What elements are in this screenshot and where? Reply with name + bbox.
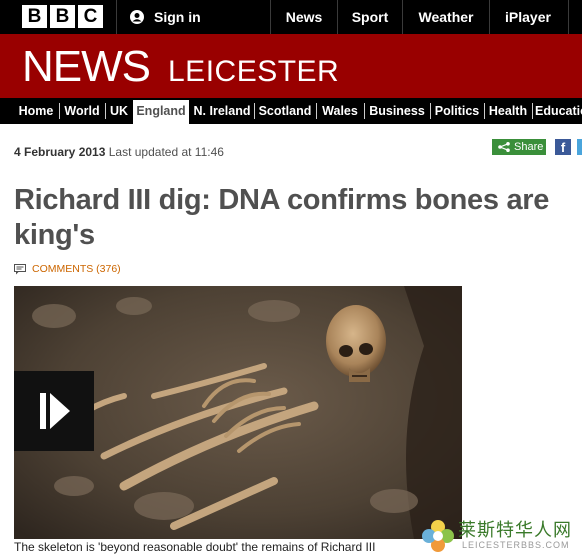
divider [532, 103, 533, 119]
section-item-health[interactable]: Health [485, 98, 531, 124]
watermark-text: 莱斯特华人网 [458, 520, 572, 540]
section-item-n-ireland[interactable]: N. Ireland [191, 98, 253, 124]
section-item-home[interactable]: Home [14, 98, 58, 124]
share-label: Share [514, 141, 544, 153]
section-item-education[interactable]: Educatio [535, 98, 582, 124]
section-item-politics[interactable]: Politics [431, 98, 483, 124]
news-banner: NEWS LEICESTER [0, 34, 582, 98]
user-icon [130, 10, 144, 24]
logo-letter: B [22, 5, 47, 28]
share-icon [498, 142, 510, 152]
section-item-england[interactable]: England [133, 100, 189, 124]
section-nav: Home World UK England N. Ireland Scotlan… [0, 98, 582, 124]
signin-link[interactable]: Sign in [130, 0, 201, 34]
nav-weather[interactable]: Weather [403, 0, 489, 34]
share-button[interactable]: Share [492, 139, 546, 155]
top-bar: B B C Sign in News Sport Weather iPlayer [0, 0, 582, 34]
nav-news[interactable]: News [271, 0, 337, 34]
skeleton-photo[interactable] [14, 286, 462, 539]
facebook-icon[interactable]: f [555, 139, 571, 155]
article-headline: Richard III dig: DNA confirms bones are … [14, 184, 550, 251]
divider [116, 0, 117, 34]
dateline: 4 February 2013 Last updated at 11:46 [14, 145, 224, 159]
comments-label: COMMENTS (376) [32, 263, 121, 275]
signin-label: Sign in [154, 9, 201, 25]
play-icon [40, 393, 70, 429]
section-item-scotland[interactable]: Scotland [255, 98, 315, 124]
bbc-logo[interactable]: B B C [22, 5, 103, 28]
logo-letter: B [50, 5, 75, 28]
section-item-wales[interactable]: Wales [317, 98, 363, 124]
article-date: 4 February 2013 [14, 145, 106, 159]
section-item-world[interactable]: World [60, 98, 104, 124]
region-title[interactable]: LEICESTER [168, 54, 339, 90]
nav-iplayer[interactable]: iPlayer [490, 0, 566, 34]
logo-letter: C [78, 5, 103, 28]
comment-icon [14, 263, 26, 274]
last-updated: Last updated at 11:46 [108, 145, 224, 159]
video-play-button[interactable] [14, 371, 94, 451]
section-item-uk[interactable]: UK [106, 98, 132, 124]
section-item-business[interactable]: Business [365, 98, 429, 124]
nav-sport[interactable]: Sport [338, 0, 402, 34]
twitter-icon[interactable] [577, 139, 582, 155]
news-brand[interactable]: NEWS [22, 42, 151, 92]
comments-link[interactable]: COMMENTS (376) [14, 263, 121, 275]
photo-caption: The skeleton is 'beyond reasonable doubt… [14, 540, 376, 554]
divider [568, 0, 569, 34]
watermark-url: LEICESTERBBS.COM [462, 540, 570, 550]
